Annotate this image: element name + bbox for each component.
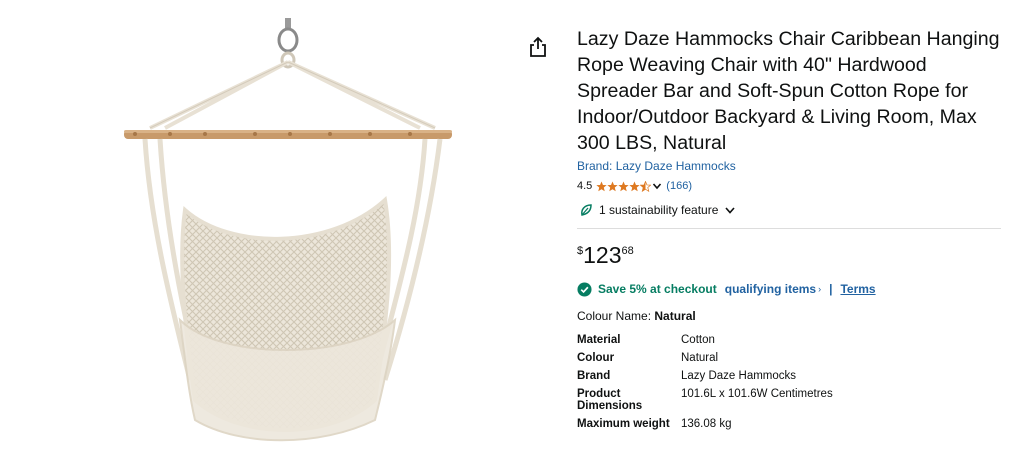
spec-key: Material (577, 334, 621, 346)
colour-name-row: Colour Name: Natural (577, 309, 1002, 323)
chevron-right-icon: › (818, 284, 822, 294)
spec-value: Natural (681, 352, 719, 364)
spec-value: 101.6L x 101.6W Centimetres (681, 388, 833, 400)
qualifying-items-link[interactable]: qualifying items (725, 282, 816, 296)
star-icon (607, 180, 618, 191)
spec-key: Colour (577, 352, 615, 364)
rating-count-link[interactable]: (166) (666, 180, 692, 192)
star-icon (618, 180, 629, 191)
save-text: Save 5% at checkout (598, 282, 717, 296)
star-rating[interactable] (596, 180, 652, 192)
rating-row[interactable]: 4.5 (166) (577, 179, 1002, 193)
savings-promo: Save 5% at checkout qualifying items › |… (577, 281, 1002, 297)
share-icon-graphic (530, 36, 546, 57)
product-info-panel: Lazy Daze Hammocks Chair Caribbean Hangi… (577, 26, 1002, 436)
colour-value: Natural (654, 309, 696, 323)
table-row: Colour Natural (577, 352, 833, 370)
hammock-chair-image (124, 18, 452, 442)
star-icon (629, 180, 640, 191)
table-row: Maximum weight 136.08 kg (577, 418, 833, 436)
product-title: Lazy Daze Hammocks Chair Caribbean Hangi… (577, 28, 1000, 154)
star-icon (596, 180, 607, 191)
spec-value: Lazy Daze Hammocks (681, 370, 797, 382)
check-circle-icon (577, 281, 592, 297)
rating-value: 4.5 (577, 180, 593, 192)
divider (577, 228, 1001, 229)
product-specs-table: Material Cotton Colour Natural Brand Laz… (577, 334, 833, 436)
spec-key: Brand (577, 370, 611, 382)
spec-value: 136.08 kg (681, 418, 732, 430)
table-row: Brand Lazy Daze Hammocks (577, 370, 833, 388)
product-image[interactable] (0, 0, 520, 447)
share-icon[interactable] (528, 36, 548, 58)
price: $ 123 68 (577, 242, 1002, 270)
separator: | (829, 282, 833, 296)
table-row: Product Dimensions 101.6L x 101.6W Centi… (577, 388, 833, 418)
sustainability-label: 1 sustainability feature (599, 203, 719, 217)
chevron-down-icon (725, 207, 736, 214)
spec-value: Cotton (681, 334, 715, 346)
colour-label: Colour Name: (577, 309, 652, 323)
terms-link[interactable]: Terms (840, 282, 875, 296)
spec-key: Product Dimensions (577, 388, 643, 412)
leaf-icon (581, 204, 592, 216)
chevron-down-icon[interactable] (652, 181, 662, 191)
table-row: Material Cotton (577, 334, 833, 352)
half-star-icon (640, 180, 652, 192)
sustainability-feature-toggle[interactable]: 1 sustainability feature (577, 202, 1002, 218)
price-whole: 123 (583, 242, 622, 268)
brand-link[interactable]: Brand: Lazy Daze Hammocks (577, 159, 1002, 173)
price-fraction: 68 (621, 245, 634, 257)
spec-key: Maximum weight (577, 418, 670, 430)
